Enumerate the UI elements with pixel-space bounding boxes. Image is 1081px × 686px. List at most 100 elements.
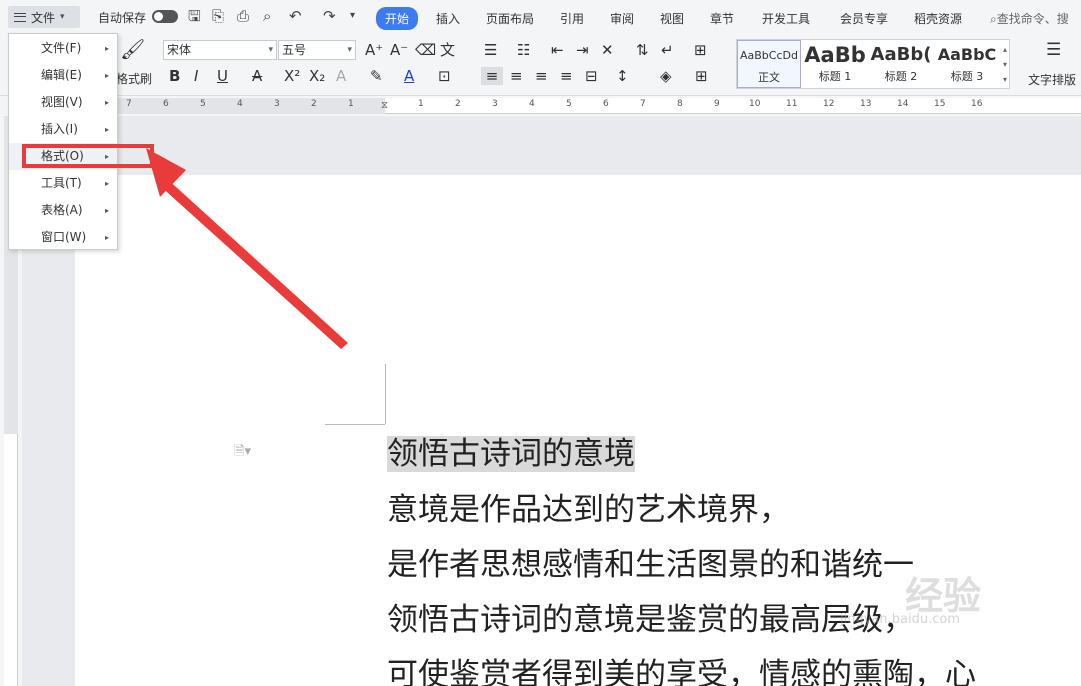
print-icon[interactable]: ⎙ xyxy=(237,8,249,24)
style-name: 标题 1 xyxy=(818,70,852,83)
chinese-layout-icon[interactable]: ✕ xyxy=(601,41,614,59)
grow-font-icon[interactable]: A⁺ xyxy=(365,41,383,59)
menu-item-edit[interactable]: 编辑(E) ▸ xyxy=(9,62,117,89)
submenu-arrow-icon: ▸ xyxy=(104,233,109,242)
submenu-arrow-icon: ▸ xyxy=(104,125,109,134)
ruler-margin xyxy=(75,98,385,114)
tab-review[interactable]: 审阅 xyxy=(610,10,634,27)
strikethrough-icon[interactable]: A xyxy=(252,67,262,85)
style-heading-2[interactable]: AaBb( 标题 2 xyxy=(869,40,933,88)
ruler-number: 14 xyxy=(897,99,909,109)
menu-item-file[interactable]: 文件(F) ▸ xyxy=(9,35,117,62)
superscript-icon[interactable]: X² xyxy=(284,67,300,85)
sort-icon[interactable]: ⇅ xyxy=(636,41,649,59)
tab-stops-icon[interactable]: ⊞ xyxy=(694,41,707,59)
document-line[interactable]: 领悟古诗词的意境是鉴赏的最高层级， xyxy=(387,594,914,639)
decrease-indent-icon[interactable]: ⇤ xyxy=(551,41,564,59)
tab-developer[interactable]: 开发工具 xyxy=(762,10,810,27)
menu-item-tools[interactable]: 工具(T) ▸ xyxy=(9,170,117,197)
font-color-icon[interactable]: A xyxy=(404,67,414,85)
underline-icon[interactable]: U xyxy=(217,67,228,85)
style-normal[interactable]: AaBbCcDd 正文 xyxy=(737,40,801,88)
line-spacing-icon[interactable]: ↕ xyxy=(616,67,629,85)
styles-scroll-icon[interactable]: ▴ ▾ ▾ xyxy=(1003,42,1007,87)
numbering-icon[interactable]: ☷ xyxy=(517,41,530,59)
bullets-icon[interactable]: ☰ xyxy=(484,41,497,59)
tab-references[interactable]: 引用 xyxy=(560,10,584,27)
tab-insert[interactable]: 插入 xyxy=(436,10,460,27)
tab-docer-resources[interactable]: 稻壳资源 xyxy=(914,10,962,27)
margin-corner-mark xyxy=(385,364,386,424)
format-painter-label[interactable]: 格式刷 xyxy=(116,70,152,87)
redo-icon[interactable]: ↷ xyxy=(323,8,336,24)
shading-icon[interactable]: ◈ xyxy=(660,67,672,85)
tab-view[interactable]: 视图 xyxy=(660,10,684,27)
text-effect-icon[interactable]: A xyxy=(336,67,346,85)
search-icon: ⌕ xyxy=(990,12,997,26)
command-search[interactable]: ⌕查找命令、搜 xyxy=(990,10,1069,27)
subscript-icon[interactable]: X₂ xyxy=(309,67,325,85)
text-layout-label[interactable]: 文字排版 xyxy=(1028,71,1076,88)
document-line[interactable]: 可使鉴赏者得到美的享受，情感的熏陶，心 xyxy=(387,649,976,686)
style-name: 标题 2 xyxy=(884,70,918,83)
highlight-color-icon[interactable]: ✎ xyxy=(370,67,383,85)
align-left-icon[interactable]: ≡ xyxy=(481,67,503,85)
menu-item-table[interactable]: 表格(A) ▸ xyxy=(9,197,117,224)
ruler-number: 2 xyxy=(455,99,461,109)
submenu-arrow-icon: ▸ xyxy=(104,71,109,80)
bold-icon[interactable]: B xyxy=(169,67,180,85)
style-name: 标题 3 xyxy=(950,70,984,83)
paragraph-layout-icon[interactable]: 🗎▾ xyxy=(234,442,251,464)
autosave-label: 自动保存 xyxy=(98,11,147,25)
export-pdf-icon[interactable]: ⎘ xyxy=(212,8,224,24)
font-size-select[interactable]: 五号 xyxy=(278,40,356,60)
menu-item-view[interactable]: 视图(V) ▸ xyxy=(9,89,117,116)
borders-icon[interactable]: ⊞ xyxy=(695,67,708,85)
ruler-number: 6 xyxy=(603,99,609,109)
undo-icon[interactable]: ↶ xyxy=(289,8,302,24)
format-painter-icon[interactable]: 🖌 xyxy=(120,39,145,59)
menu-item-insert[interactable]: 插入(I) ▸ xyxy=(9,116,117,143)
customize-qat-icon[interactable]: ▾ xyxy=(350,8,355,24)
char-border-icon[interactable]: ⊡ xyxy=(438,67,451,85)
document-line[interactable]: 领悟古诗词的意境 xyxy=(387,428,635,473)
print-preview-icon[interactable]: ⌕ xyxy=(263,8,271,24)
menu-item-window[interactable]: 窗口(W) ▸ xyxy=(9,224,117,251)
indent-marker-icon[interactable]: ⧖ xyxy=(381,100,388,111)
distributed-align-icon[interactable]: ⊟ xyxy=(585,67,598,85)
clear-format-icon[interactable]: ⌫ xyxy=(415,41,436,59)
shrink-font-icon[interactable]: A⁻ xyxy=(390,41,408,59)
autosave-toggle[interactable] xyxy=(152,10,178,23)
ruler-number: 3 xyxy=(274,99,280,109)
pinyin-guide-icon[interactable]: 文 xyxy=(440,41,455,59)
margin-corner-mark xyxy=(325,424,385,425)
ruler-number: 6 xyxy=(163,99,169,109)
tab-page-layout[interactable]: 页面布局 xyxy=(486,10,534,27)
selected-title-text[interactable]: 领悟古诗词的意境 xyxy=(387,436,635,472)
text-layout-icon[interactable]: ☰ xyxy=(1046,41,1061,59)
style-heading-3[interactable]: AaBbC 标题 3 xyxy=(935,40,999,88)
save-icon[interactable]: 🖫 xyxy=(188,8,201,24)
ruler-number: 5 xyxy=(200,99,206,109)
italic-icon[interactable]: I xyxy=(194,67,198,85)
submenu-arrow-icon: ▸ xyxy=(104,44,109,53)
tab-home[interactable]: 开始 xyxy=(376,7,419,30)
tab-membership[interactable]: 会员专享 xyxy=(840,10,888,27)
style-heading-1[interactable]: AaBb 标题 1 xyxy=(803,40,867,88)
show-marks-icon[interactable]: ↵ xyxy=(661,41,674,59)
increase-indent-icon[interactable]: ⇥ xyxy=(576,41,589,59)
tab-chapter[interactable]: 章节 xyxy=(710,10,734,27)
document-line[interactable]: 意境是作品达到的艺术境界， xyxy=(387,484,790,529)
ruler-number: 3 xyxy=(492,99,498,109)
font-name-select[interactable]: 宋体 xyxy=(163,40,277,60)
menu-item-label: 编辑(E) xyxy=(41,68,82,82)
file-menu-button[interactable]: 文件 ▾ xyxy=(8,6,80,28)
document-line[interactable]: 是作者思想感情和生活图景的和谐统一 xyxy=(387,539,914,584)
align-center-icon[interactable]: ≡ xyxy=(510,67,523,85)
justify-icon[interactable]: ≡ xyxy=(560,67,573,85)
ruler-number: 16 xyxy=(971,99,983,109)
file-dropdown-menu: 文件(F) ▸ 编辑(E) ▸ 视图(V) ▸ 插入(I) ▸ 格式(O) ▸ 工具(T)… xyxy=(8,33,118,250)
align-right-icon[interactable]: ≡ xyxy=(535,67,548,85)
ruler-number: 13 xyxy=(860,99,872,109)
ribbon-home: 🖌 格式刷 宋体 五号 A⁺ A⁻ ⌫ 文 B I U A X² X₂ A ✎ … xyxy=(0,34,1081,96)
